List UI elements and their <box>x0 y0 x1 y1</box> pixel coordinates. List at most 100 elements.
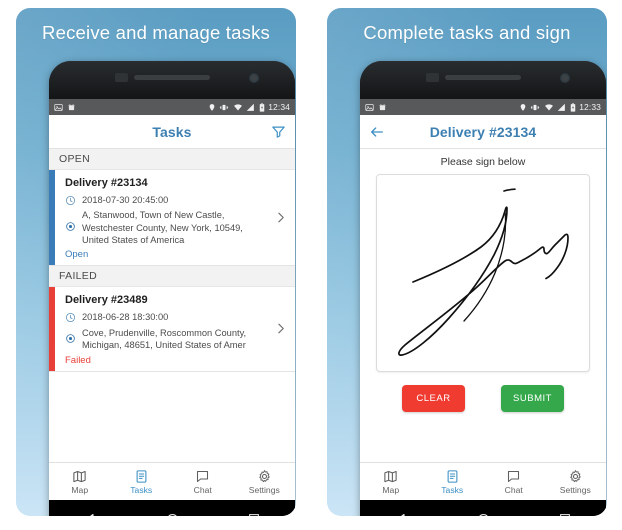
promo-screenshot-pair: Receive and manage tasks 12:34 Tasks OPE… <box>0 0 622 530</box>
tab-label: Map <box>382 484 400 495</box>
android-icon <box>378 103 387 112</box>
page-title: Tasks <box>152 123 192 140</box>
front-camera-icon <box>249 73 259 83</box>
status-clock: 12:34 <box>268 102 290 112</box>
clock-icon <box>65 311 76 323</box>
gear-icon <box>568 469 583 484</box>
signature-canvas[interactable] <box>376 174 590 372</box>
vibrate-icon <box>530 103 540 112</box>
gear-icon <box>257 469 272 484</box>
clock-icon <box>65 194 76 206</box>
tab-label: Chat <box>504 484 523 495</box>
task-title: Delivery #23134 <box>65 177 148 189</box>
task-datetime-row: 2018-07-30 20:45:00 <box>65 194 268 206</box>
signature-prompt: Please sign below <box>440 156 526 168</box>
tab-tasks[interactable]: Tasks <box>111 463 173 500</box>
wifi-icon <box>233 103 243 112</box>
tab-label: Settings <box>248 484 280 495</box>
app-bar-tasks: Tasks <box>49 115 295 149</box>
chevron-right-icon[interactable] <box>274 170 295 265</box>
tab-map[interactable]: Map <box>49 463 111 500</box>
signature-actions: CLEAR SUBMIT <box>402 385 564 412</box>
home-circle-icon[interactable] <box>165 512 180 516</box>
phone-mockup-right: 12:33 Delivery #23134 Please sign below <box>360 61 606 516</box>
promo-card-left: Receive and manage tasks 12:34 Tasks OPE… <box>16 8 296 516</box>
task-content: Delivery #23134 2018-07-30 20:45:00 A, S… <box>55 170 274 265</box>
table-row[interactable]: Delivery #23489 2018-06-28 18:30:00 Cove… <box>49 287 295 372</box>
location-pin-icon <box>519 103 527 112</box>
tab-label: Tasks <box>441 484 464 495</box>
earpiece-speaker <box>134 75 210 80</box>
status-clock: 12:33 <box>579 102 601 112</box>
phone-top-bezel <box>360 61 606 99</box>
panel-tasks: Receive and manage tasks 12:34 Tasks OPE… <box>0 0 311 530</box>
wifi-icon <box>544 103 554 112</box>
task-address: Cove, Prudenville, Roscommon County, Mic… <box>82 327 247 351</box>
phone-screen-right: 12:33 Delivery #23134 Please sign below <box>360 99 606 500</box>
tab-settings[interactable]: Settings <box>234 463 296 500</box>
task-address-row: Cove, Prudenville, Roscommon County, Mic… <box>65 327 268 352</box>
filter-funnel-icon[interactable] <box>271 124 286 139</box>
task-address-row: A, Stanwood, Town of New Castle, Westche… <box>65 209 268 246</box>
arrow-left-icon[interactable] <box>369 124 385 140</box>
task-datetime: 2018-06-28 18:30:00 <box>82 312 169 323</box>
page-title: Delivery #23134 <box>429 123 537 140</box>
location-target-icon <box>65 209 76 232</box>
chat-bubble-icon <box>506 469 521 484</box>
submit-button[interactable]: SUBMIT <box>501 385 564 412</box>
promo-headline-right: Complete tasks and sign <box>363 22 571 43</box>
android-status-bar: 12:33 <box>360 99 606 115</box>
status-right-icons: 12:33 <box>519 102 601 112</box>
android-icon <box>67 103 76 112</box>
tab-chat[interactable]: Chat <box>172 463 234 500</box>
vibrate-icon <box>219 103 229 112</box>
tab-label: Tasks <box>130 484 153 495</box>
status-badge: Open <box>65 249 89 261</box>
section-header-open: OPEN <box>49 149 295 170</box>
image-icon <box>54 103 63 112</box>
phone-mockup-left: 12:34 Tasks OPEN Delivery #23134 2018-07… <box>49 61 295 516</box>
android-status-bar: 12:34 <box>49 99 295 115</box>
task-datetime: 2018-07-30 20:45:00 <box>82 195 169 205</box>
status-badge: Failed <box>65 354 91 366</box>
tab-label: Settings <box>559 484 591 495</box>
battery-icon <box>259 102 265 112</box>
battery-icon <box>570 102 576 112</box>
app-bar-delivery: Delivery #23134 <box>360 115 606 149</box>
back-triangle-icon[interactable] <box>83 512 98 516</box>
promo-headline-left: Receive and manage tasks <box>42 22 270 43</box>
bottom-tab-bar: Map Tasks Chat Settings <box>360 462 606 500</box>
document-list-icon <box>134 469 149 484</box>
front-camera-icon <box>560 73 570 83</box>
map-icon <box>72 469 87 484</box>
tab-chat[interactable]: Chat <box>483 463 545 500</box>
status-left-icons <box>54 103 76 112</box>
proximity-sensor-icon <box>115 73 128 82</box>
signature-screen: Please sign below CLEAR SUBMIT <box>360 149 606 462</box>
tab-map[interactable]: Map <box>360 463 422 500</box>
tab-tasks[interactable]: Tasks <box>422 463 484 500</box>
status-left-icons <box>365 103 387 112</box>
chevron-right-icon[interactable] <box>274 287 295 370</box>
proximity-sensor-icon <box>426 73 439 82</box>
recents-square-icon[interactable] <box>558 512 572 516</box>
task-content: Delivery #23489 2018-06-28 18:30:00 Cove… <box>55 287 274 370</box>
table-row[interactable]: Delivery #23134 2018-07-30 20:45:00 A, S… <box>49 170 295 267</box>
map-icon <box>383 469 398 484</box>
home-circle-icon[interactable] <box>476 512 491 516</box>
status-right-icons: 12:34 <box>208 102 290 112</box>
location-pin-icon <box>208 103 216 112</box>
panel-signature: Complete tasks and sign 12:33 Delivery #… <box>311 0 622 530</box>
earpiece-speaker <box>445 75 521 80</box>
back-triangle-icon[interactable] <box>394 512 409 516</box>
clear-button[interactable]: CLEAR <box>402 385 465 412</box>
signal-icon <box>557 103 566 112</box>
tab-label: Map <box>71 484 89 495</box>
location-target-icon <box>65 327 76 344</box>
tab-label: Chat <box>193 484 212 495</box>
chat-bubble-icon <box>195 469 210 484</box>
recents-square-icon[interactable] <box>247 512 261 516</box>
signal-icon <box>246 103 255 112</box>
tab-settings[interactable]: Settings <box>545 463 607 500</box>
document-list-icon <box>445 469 460 484</box>
